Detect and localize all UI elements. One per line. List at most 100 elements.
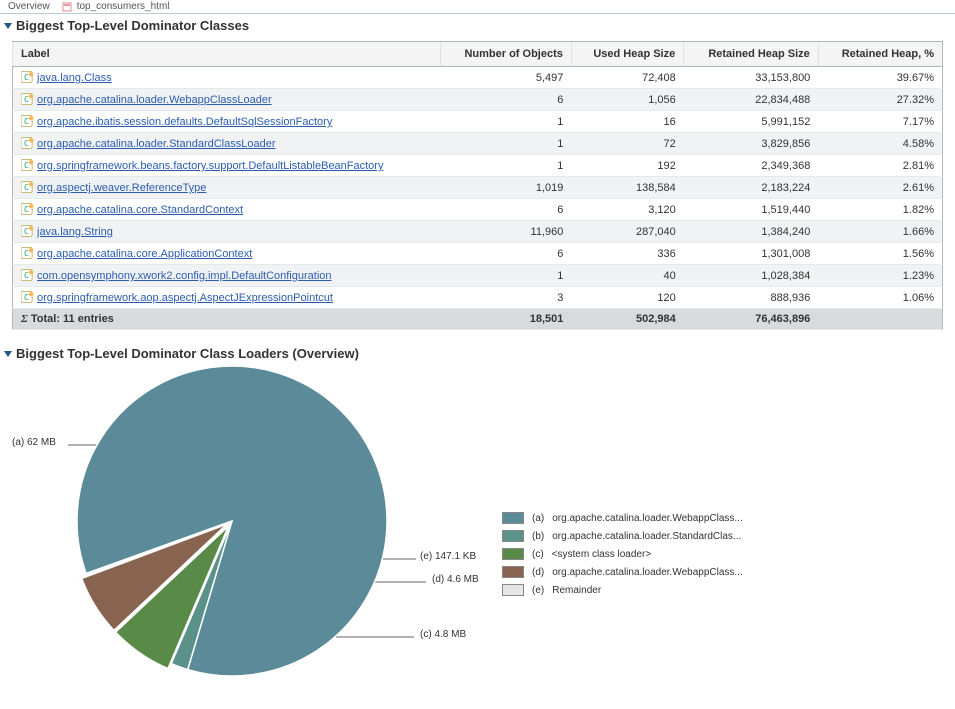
section-dominator-classes-header[interactable]: Biggest Top-Level Dominator Classes: [0, 14, 955, 37]
cell-pct: 7.17%: [818, 111, 942, 133]
cell-retained: 22,834,488: [684, 89, 819, 111]
class-icon: C: [21, 247, 34, 259]
class-icon: C: [21, 269, 34, 281]
table-row: Corg.springframework.beans.factory.suppo…: [13, 155, 943, 177]
class-icon: C: [21, 181, 34, 193]
cell-used: 120: [571, 287, 683, 309]
cell-pct: 39.67%: [818, 67, 942, 89]
table-total-row: Σ Total: 11 entries18,501502,98476,463,8…: [13, 309, 943, 330]
table-row: Cjava.lang.Class5,49772,40833,153,80039.…: [13, 67, 943, 89]
legend-text: org.apache.catalina.loader.WebappClass..…: [552, 567, 802, 578]
cell-used: 138,584: [571, 177, 683, 199]
cell-pct: 1.23%: [818, 265, 942, 287]
tab-bar: Overview top_consumers_html: [0, 0, 955, 14]
table-row: Corg.apache.catalina.core.ApplicationCon…: [13, 243, 943, 265]
svg-text:C: C: [24, 226, 29, 236]
cell-retained: 3,829,856: [684, 133, 819, 155]
cell-num: 3: [440, 287, 571, 309]
table-row: Corg.apache.catalina.loader.WebappClassL…: [13, 89, 943, 111]
class-icon: C: [21, 71, 34, 83]
col-used-heap[interactable]: Used Heap Size: [571, 42, 683, 67]
cell-num: 1: [440, 155, 571, 177]
cell-pct: 1.56%: [818, 243, 942, 265]
cell-num: 5,497: [440, 67, 571, 89]
class-link[interactable]: org.apache.ibatis.session.defaults.Defau…: [37, 116, 332, 128]
cell-used: 336: [571, 243, 683, 265]
col-label[interactable]: Label: [13, 42, 441, 67]
class-link[interactable]: java.lang.String: [37, 226, 113, 238]
col-retained-pct[interactable]: Retained Heap, %: [818, 42, 942, 67]
cell-pct: 2.81%: [818, 155, 942, 177]
cell-used: 72: [571, 133, 683, 155]
legend-swatch: [502, 566, 524, 578]
legend-swatch: [502, 584, 524, 596]
col-retained-heap[interactable]: Retained Heap Size: [684, 42, 819, 67]
class-link[interactable]: org.springframework.aop.aspectj.AspectJE…: [37, 292, 333, 304]
classloader-pie-panel: (a) 62 MB (e) 147.1 KB (d) 4.6 MB (c) 4.…: [0, 365, 955, 663]
pie-callout-d: (d) 4.6 MB: [432, 574, 479, 585]
cell-pct: 1.66%: [818, 221, 942, 243]
pie-callout-a: (a) 62 MB: [12, 437, 56, 448]
tab-top-consumers-label: top_consumers_html: [77, 1, 170, 12]
class-link[interactable]: org.apache.catalina.loader.StandardClass…: [37, 138, 276, 150]
cell-used: 72,408: [571, 67, 683, 89]
cell-used: 16: [571, 111, 683, 133]
tab-top-consumers[interactable]: top_consumers_html: [58, 0, 174, 13]
cell-num: 6: [440, 89, 571, 111]
class-link[interactable]: org.apache.catalina.core.StandardContext: [37, 204, 243, 216]
pie-chart: (a) 62 MB (e) 147.1 KB (d) 4.6 MB (c) 4.…: [12, 373, 502, 663]
svg-text:C: C: [24, 270, 29, 280]
col-num-objects[interactable]: Number of Objects: [440, 42, 571, 67]
class-link[interactable]: org.aspectj.weaver.ReferenceType: [37, 182, 206, 194]
tab-overview[interactable]: Overview: [4, 0, 54, 13]
tab-overview-label: Overview: [8, 1, 50, 12]
cell-num: 1: [440, 111, 571, 133]
pie-svg: [72, 361, 392, 681]
legend-text: org.apache.catalina.loader.StandardClas.…: [552, 531, 802, 542]
cell-used: 287,040: [571, 221, 683, 243]
class-icon: C: [21, 203, 34, 215]
table-row: Ccom.opensymphony.xwork2.config.impl.Def…: [13, 265, 943, 287]
collapse-arrow-icon: [4, 351, 12, 357]
legend-text: org.apache.catalina.loader.WebappClass..…: [552, 513, 802, 524]
dominator-classes-table: Label Number of Objects Used Heap Size R…: [12, 41, 943, 330]
cell-pct: 1.06%: [818, 287, 942, 309]
cell-retained: 888,936: [684, 287, 819, 309]
legend-letter: (e): [532, 585, 544, 596]
class-icon: C: [21, 115, 34, 127]
cell-pct: 4.58%: [818, 133, 942, 155]
cell-pct: 27.32%: [818, 89, 942, 111]
legend-letter: (c): [532, 549, 544, 560]
cell-pct: 2.61%: [818, 177, 942, 199]
cell-used: 192: [571, 155, 683, 177]
svg-text:C: C: [24, 160, 29, 170]
legend-text: Remainder: [552, 585, 802, 596]
legend-row: (c)<system class loader>: [502, 545, 802, 563]
legend-row: (d)org.apache.catalina.loader.WebappClas…: [502, 563, 802, 581]
cell-retained: 2,349,368: [684, 155, 819, 177]
collapse-arrow-icon: [4, 23, 12, 29]
section-title: Biggest Top-Level Dominator Class Loader…: [16, 346, 359, 361]
table-row: Corg.apache.catalina.loader.StandardClas…: [13, 133, 943, 155]
pie-callout-e: (e) 147.1 KB: [420, 551, 476, 562]
legend-row: (a)org.apache.catalina.loader.WebappClas…: [502, 509, 802, 527]
cell-retained: 5,991,152: [684, 111, 819, 133]
section-title: Biggest Top-Level Dominator Classes: [16, 18, 249, 33]
svg-text:C: C: [24, 72, 29, 82]
legend-swatch: [502, 512, 524, 524]
class-link[interactable]: com.opensymphony.xwork2.config.impl.Defa…: [37, 270, 332, 282]
class-icon: C: [21, 159, 34, 171]
table-row: Corg.springframework.aop.aspectj.AspectJ…: [13, 287, 943, 309]
cell-num: 6: [440, 243, 571, 265]
class-link[interactable]: org.apache.catalina.loader.WebappClassLo…: [37, 94, 272, 106]
svg-text:C: C: [24, 248, 29, 258]
cell-retained: 1,028,384: [684, 265, 819, 287]
class-link[interactable]: org.springframework.beans.factory.suppor…: [37, 160, 383, 172]
legend-swatch: [502, 530, 524, 542]
cell-retained: 1,384,240: [684, 221, 819, 243]
cell-num: 1,019: [440, 177, 571, 199]
class-link[interactable]: java.lang.Class: [37, 72, 112, 84]
cell-retained: 1,301,008: [684, 243, 819, 265]
class-icon: C: [21, 225, 34, 237]
class-link[interactable]: org.apache.catalina.core.ApplicationCont…: [37, 248, 252, 260]
